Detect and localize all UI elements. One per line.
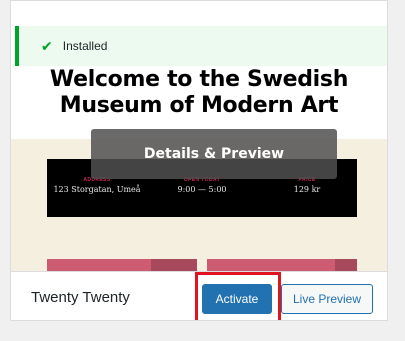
- installed-notice-text: Installed: [62, 39, 108, 53]
- live-preview-button[interactable]: Live Preview: [281, 284, 373, 314]
- activate-button[interactable]: Activate: [202, 284, 272, 314]
- theme-card-footer: Twenty Twenty Activate Live Preview: [11, 271, 387, 320]
- theme-name: Twenty Twenty: [31, 289, 130, 306]
- checkmark-icon: ✔: [41, 38, 53, 54]
- details-preview-button[interactable]: Details & Preview: [91, 129, 337, 179]
- theme-card[interactable]: Welcome to the Swedish Museum of Modern …: [10, 0, 388, 321]
- installed-notice: ✔ Installed: [15, 26, 387, 66]
